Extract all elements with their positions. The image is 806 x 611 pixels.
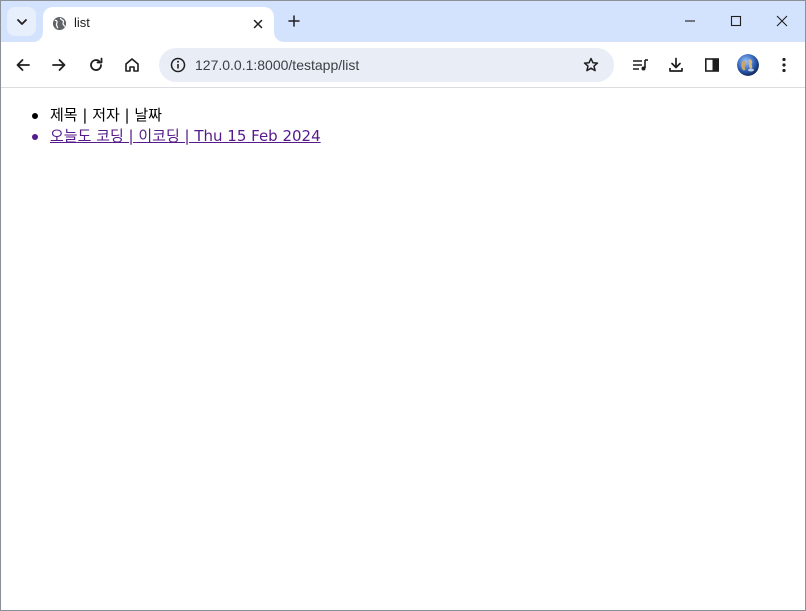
profile-avatar-icon: [737, 54, 759, 76]
home-icon: [125, 58, 139, 72]
media-control-icon: [633, 59, 648, 71]
list-item: 오늘도 코딩 | 이코딩 | Thu 15 Feb 2024: [1, 126, 321, 147]
site-info-button[interactable]: [165, 52, 191, 78]
active-tab[interactable]: list: [43, 7, 274, 42]
minimize-icon: [685, 20, 695, 22]
reload-icon: [90, 57, 103, 71]
browser-window: list 127.0.0.1:8000/testapp/list 제목 | 저자…: [0, 0, 806, 611]
side-panel-button[interactable]: [698, 51, 726, 79]
media-control-button[interactable]: [627, 51, 655, 79]
plus-icon: [288, 15, 300, 27]
info-icon: [170, 57, 186, 73]
new-tab-button[interactable]: [283, 10, 305, 32]
maximize-icon: [730, 15, 742, 27]
side-panel-icon: [704, 58, 719, 72]
profile-avatar-button[interactable]: [737, 54, 759, 76]
page-content: 제목 | 저자 | 날짜 오늘도 코딩 | 이코딩 | Thu 15 Feb 2…: [1, 89, 805, 610]
window-close-icon: [776, 15, 788, 27]
list-header-text: 제목 | 저자 | 날짜: [50, 106, 162, 124]
back-arrow-icon: [16, 59, 30, 71]
reload-button[interactable]: [82, 51, 110, 79]
tab-search-button[interactable]: [7, 7, 36, 36]
forward-arrow-icon: [52, 59, 66, 71]
list-item-link[interactable]: 오늘도 코딩 | 이코딩 | Thu 15 Feb 2024: [50, 127, 321, 145]
bookmark-button[interactable]: [580, 54, 602, 76]
home-button[interactable]: [118, 51, 146, 79]
list-header-item: 제목 | 저자 | 날짜: [1, 105, 321, 126]
download-icon: [669, 57, 683, 72]
globe-icon: [52, 16, 67, 31]
downloads-button[interactable]: [662, 51, 690, 79]
tab-close-button[interactable]: [249, 15, 266, 32]
close-icon: [253, 19, 262, 28]
back-button[interactable]: [9, 51, 37, 79]
maximize-button[interactable]: [713, 1, 759, 41]
url-text[interactable]: 127.0.0.1:8000/testapp/list: [195, 57, 359, 73]
tab-strip: list: [1, 1, 805, 42]
address-bar[interactable]: 127.0.0.1:8000/testapp/list: [159, 48, 614, 82]
tab-title: list: [74, 15, 90, 30]
book-list: 제목 | 저자 | 날짜 오늘도 코딩 | 이코딩 | Thu 15 Feb 2…: [1, 105, 321, 147]
window-close-button[interactable]: [759, 1, 805, 41]
more-menu-button[interactable]: [770, 51, 798, 79]
minimize-button[interactable]: [667, 1, 713, 41]
more-menu-icon: [782, 57, 786, 73]
star-icon: [583, 57, 599, 72]
browser-toolbar: 127.0.0.1:8000/testapp/list: [1, 42, 805, 88]
tab-search-icon: [16, 18, 27, 25]
forward-button[interactable]: [45, 51, 73, 79]
